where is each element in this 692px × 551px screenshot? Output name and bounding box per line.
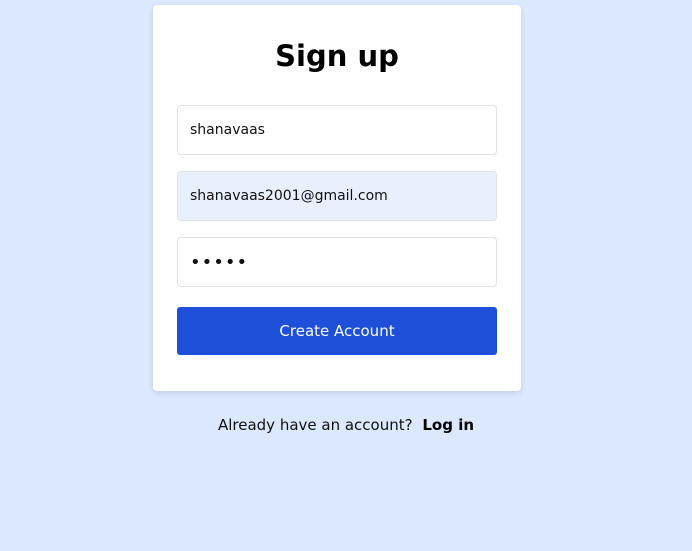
password-input[interactable] [177, 237, 497, 287]
login-link[interactable]: Log in [422, 416, 474, 434]
create-account-button[interactable]: Create Account [177, 307, 497, 355]
signup-card: Sign up Create Account [153, 5, 521, 391]
page-title: Sign up [275, 39, 399, 73]
username-input[interactable] [177, 105, 497, 155]
email-input[interactable] [177, 171, 497, 221]
login-prompt: Already have an account? Log in [0, 416, 692, 434]
login-prompt-text: Already have an account? [217, 416, 413, 434]
